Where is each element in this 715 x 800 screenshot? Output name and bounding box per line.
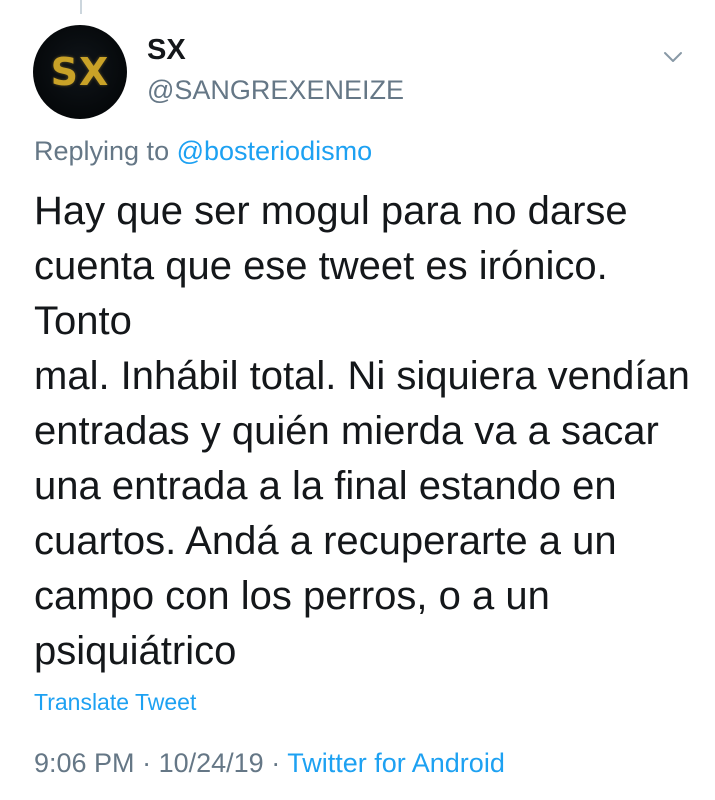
tweet-time: 9:06 PM: [34, 748, 135, 778]
tweet-source-link[interactable]: Twitter for Android: [287, 748, 505, 778]
replying-to: Replying to @bosteriodismo: [34, 136, 372, 167]
tweet-meta: 9:06 PM · 10/24/19 · Twitter for Android: [34, 748, 505, 779]
tweet-text: Hay que ser mogul para no darse cuenta q…: [34, 189, 690, 673]
meta-separator: ·: [142, 748, 152, 778]
avatar[interactable]: SX: [33, 25, 127, 119]
replying-to-mention[interactable]: @bosteriodismo: [177, 136, 373, 166]
tweet-date: 10/24/19: [158, 748, 264, 778]
avatar-logo-text: SX: [50, 50, 110, 94]
translate-tweet-link[interactable]: Translate Tweet: [34, 689, 196, 716]
display-name[interactable]: SX: [147, 34, 186, 67]
replying-to-label: Replying to: [34, 136, 170, 166]
meta-separator: ·: [271, 748, 281, 778]
chevron-down-icon[interactable]: [662, 46, 684, 68]
user-handle[interactable]: @SANGREXENEIZE: [147, 75, 404, 106]
thread-connector-line: [80, 0, 82, 14]
